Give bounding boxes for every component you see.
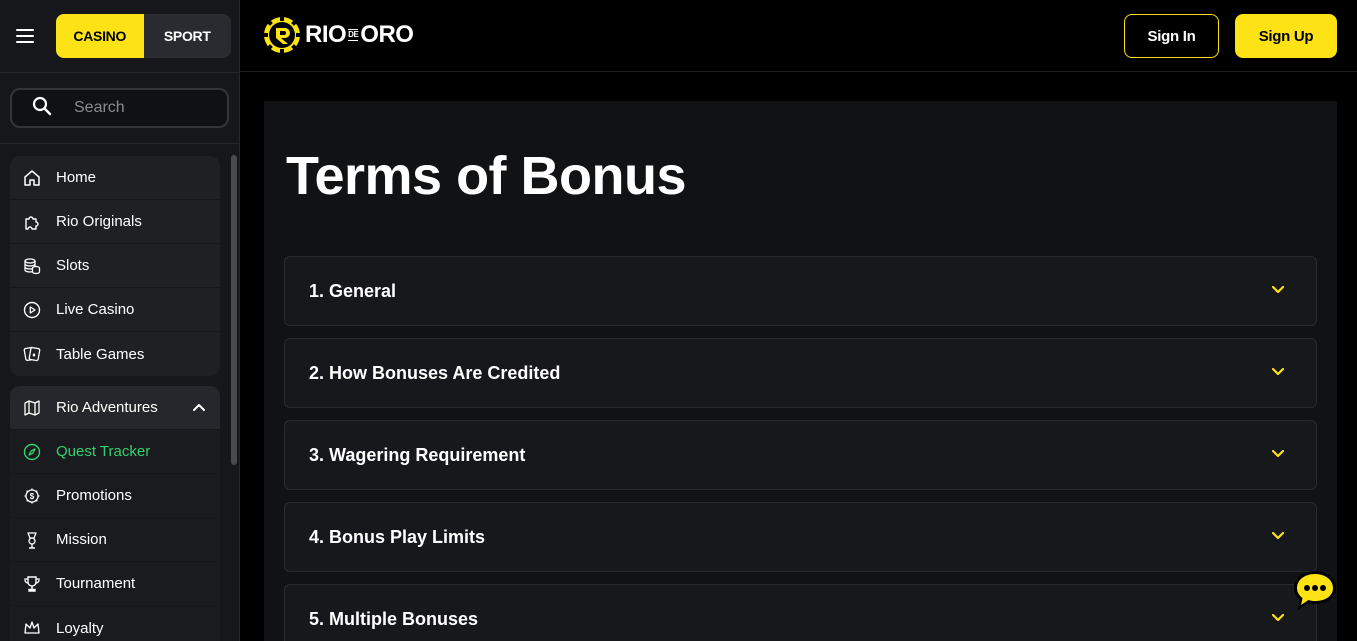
sidebar-item-label: Promotions	[56, 487, 132, 504]
svg-text:$: $	[30, 492, 35, 501]
dollar-gear-icon: $	[22, 486, 42, 506]
chevron-down-icon	[1270, 611, 1286, 629]
sidebar-item-label: Rio Adventures	[56, 399, 158, 416]
sidebar-item-label: Loyalty	[56, 619, 104, 637]
sidebar-item-slots[interactable]: Slots	[10, 244, 220, 288]
puzzle-icon	[22, 212, 42, 232]
logo-part-de: DE	[348, 29, 359, 41]
sidebar-item-label: Tournament	[56, 575, 136, 592]
sidebar: CASINO SPORT Home Rio Originals	[0, 0, 240, 641]
casino-tab[interactable]: CASINO	[56, 14, 144, 58]
sidebar-item-rio-adventures[interactable]: Rio Adventures	[10, 386, 220, 430]
search-box	[10, 88, 229, 128]
top-header: RIO DE ORO Sign In Sign Up	[240, 0, 1357, 72]
chevron-down-icon	[1270, 365, 1286, 383]
rio-de-oro-logo[interactable]: RIO DE ORO	[263, 16, 414, 54]
coins-icon	[22, 256, 42, 276]
logo-part-oro: ORO	[360, 21, 414, 48]
scrollbar-thumb[interactable]	[231, 155, 237, 465]
chip-logo-icon	[263, 16, 301, 54]
logo-text: RIO DE ORO	[305, 21, 414, 49]
sidebar-item-promotions[interactable]: $ Promotions	[10, 474, 220, 518]
chat-bubble-icon[interactable]	[1290, 568, 1340, 614]
cards-icon	[22, 344, 42, 364]
accordion-label: 3. Wagering Requirement	[309, 444, 526, 465]
sidebar-top: CASINO SPORT	[0, 0, 239, 73]
chevron-down-icon	[1270, 447, 1286, 465]
accordion-general[interactable]: 1. General	[284, 256, 1317, 326]
sidebar-item-label: Slots	[56, 257, 90, 274]
sidebar-item-label: Rio Originals	[56, 213, 142, 230]
sidebar-item-label: Quest Tracker	[56, 443, 151, 460]
sidebar-item-home[interactable]: Home	[10, 156, 220, 200]
chevron-down-icon	[1270, 529, 1286, 547]
accordion-multiple-bonuses[interactable]: 5. Multiple Bonuses	[284, 584, 1317, 641]
sidebar-item-loyalty[interactable]: Loyalty	[10, 606, 220, 641]
casino-sport-toggle: CASINO SPORT	[56, 14, 231, 58]
accordion-label: 4. Bonus Play Limits	[309, 526, 486, 547]
sidebar-item-quest-tracker[interactable]: Quest Tracker	[10, 430, 220, 474]
sign-up-button[interactable]: Sign Up	[1235, 14, 1337, 58]
page-title: Terms of Bonus	[286, 146, 687, 206]
rio-adventures-group: Rio Adventures Quest Tracker $ Promotion…	[10, 386, 220, 641]
sign-in-button[interactable]: Sign In	[1124, 14, 1219, 58]
accordion-label: 2. How Bonuses Are Credited	[309, 362, 561, 383]
sport-tab[interactable]: SPORT	[143, 14, 231, 58]
accordion-label: 1. General	[309, 280, 397, 301]
home-icon	[22, 168, 42, 188]
search-icon	[32, 96, 52, 121]
sidebar-item-rio-originals[interactable]: Rio Originals	[10, 200, 220, 244]
hamburger-menu-icon[interactable]	[16, 24, 40, 48]
sidebar-item-label: Mission	[56, 531, 107, 548]
accordion-wagering-requirement[interactable]: 3. Wagering Requirement	[284, 420, 1317, 490]
chevron-down-icon	[1270, 283, 1286, 301]
sidebar-item-live-casino[interactable]: Live Casino	[10, 288, 220, 332]
sidebar-item-tournament[interactable]: Tournament	[10, 562, 220, 606]
search-input[interactable]	[74, 99, 214, 117]
sidebar-item-label: Live Casino	[56, 301, 135, 318]
sidebar-menu: Home Rio Originals Slots Live Casino Tab…	[10, 156, 220, 641]
crown-icon	[22, 618, 42, 638]
medal-icon	[22, 530, 42, 550]
accordion-label: 5. Multiple Bonuses	[309, 608, 479, 629]
accordion-bonus-play-limits[interactable]: 4. Bonus Play Limits	[284, 502, 1317, 572]
play-circle-icon	[22, 300, 42, 320]
compass-icon	[22, 442, 42, 462]
map-icon	[22, 398, 42, 418]
trophy-icon	[22, 574, 42, 594]
sidebar-item-label: Home	[56, 169, 97, 186]
sidebar-item-mission[interactable]: Mission	[10, 518, 220, 562]
accordion-how-bonuses-are-credited[interactable]: 2. How Bonuses Are Credited	[284, 338, 1317, 408]
sidebar-item-label: Table Games	[56, 345, 145, 363]
sidebar-scrollbar[interactable]	[231, 145, 237, 641]
chevron-up-icon[interactable]	[192, 399, 206, 416]
main-content: Terms of Bonus 1. General 2. How Bonuses…	[264, 101, 1337, 641]
main-nav-group: Home Rio Originals Slots Live Casino Tab…	[10, 156, 220, 376]
logo-part-rio: RIO	[305, 21, 347, 48]
search-wrapper	[0, 73, 239, 144]
app: CASINO SPORT Home Rio Originals	[0, 0, 1357, 641]
sidebar-item-table-games[interactable]: Table Games	[10, 332, 220, 376]
